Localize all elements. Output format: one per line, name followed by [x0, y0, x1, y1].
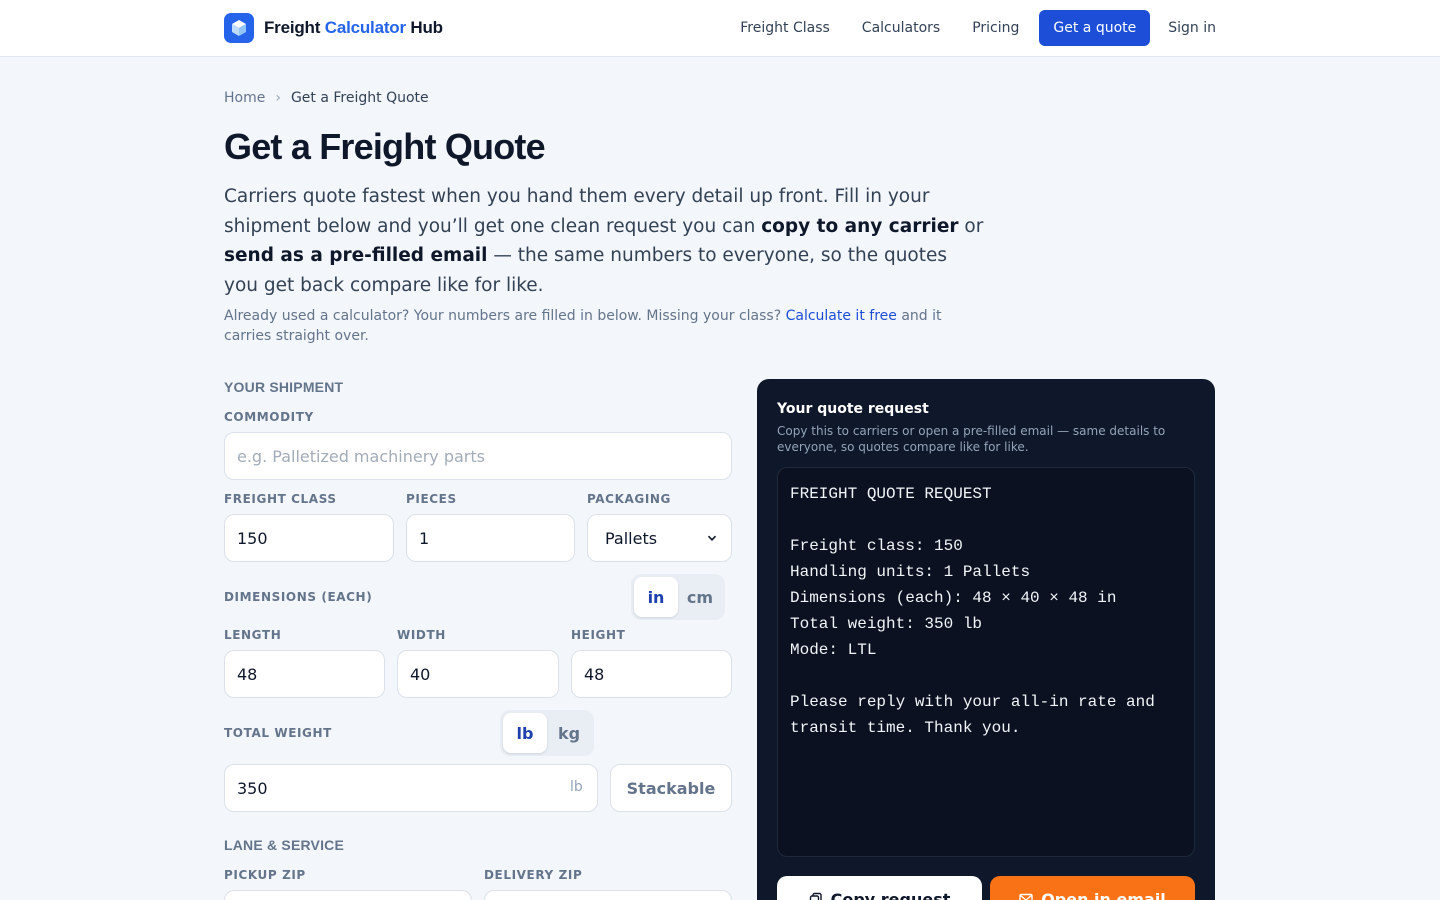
- logo-cube-icon: [224, 13, 254, 43]
- commodity-input[interactable]: [224, 432, 732, 480]
- unit-option-cm[interactable]: cm: [678, 577, 722, 617]
- copy-request-button[interactable]: Copy request: [777, 876, 982, 900]
- packaging-selected-value: Pallets: [605, 528, 658, 548]
- section-title-lane: LANE & SERVICE: [224, 837, 345, 853]
- mail-icon: [1019, 893, 1033, 900]
- quote-panel-subtitle: Copy this to carriers or open a pre-fill…: [777, 424, 1166, 454]
- breadcrumb-current: Get a Freight Quote: [290, 90, 429, 106]
- packaging-label: PACKAGING: [587, 492, 671, 506]
- pieces-label: PIECES: [406, 492, 457, 506]
- chevron-down-icon: [707, 535, 717, 541]
- total-weight-label: TOTAL WEIGHT: [224, 726, 332, 740]
- pickup-zip-label: PICKUP ZIP: [224, 868, 306, 882]
- width-label: WIDTH: [397, 628, 446, 642]
- dimensions-label: DIMENSIONS (EACH): [224, 590, 373, 604]
- dimension-unit-toggle: in cm: [631, 574, 725, 620]
- nav-link-calculators[interactable]: Calculators: [862, 20, 940, 36]
- open-in-email-button[interactable]: Open in email: [990, 876, 1195, 900]
- quote-panel-title: Your quote request: [777, 401, 929, 417]
- get-a-quote-button[interactable]: Get a quote: [1039, 10, 1151, 46]
- chevron-right-icon: ›: [275, 90, 281, 106]
- section-title-shipment: YOUR SHIPMENT: [224, 379, 344, 395]
- weight-unit-suffix: lb: [570, 779, 583, 795]
- intro-paragraph: Carriers quote fastest when you hand the…: [224, 186, 984, 296]
- copy-request-label: Copy request: [830, 889, 951, 900]
- commodity-label: COMMODITY: [224, 410, 314, 424]
- brand-logo[interactable]: Freight Calculator Hub: [224, 13, 443, 43]
- calculate-free-link[interactable]: Calculate it free: [786, 308, 897, 324]
- breadcrumb-home-link[interactable]: Home: [224, 90, 265, 106]
- height-input[interactable]: [571, 650, 732, 698]
- freight-class-input[interactable]: [224, 514, 394, 562]
- open-in-email-label: Open in email: [1041, 889, 1166, 900]
- nav-link-freight-class[interactable]: Freight Class: [740, 20, 830, 36]
- main-nav: Freight Class Calculators Pricing Get a …: [740, 10, 1216, 46]
- delivery-zip-label: DELIVERY ZIP: [484, 868, 583, 882]
- height-label: HEIGHT: [571, 628, 626, 642]
- quote-request-panel: Your quote request Copy this to carriers…: [757, 379, 1215, 900]
- quote-request-text[interactable]: FREIGHT QUOTE REQUEST Freight class: 150…: [777, 467, 1195, 857]
- delivery-zip-input[interactable]: [484, 890, 732, 900]
- unit-option-in[interactable]: in: [634, 577, 678, 617]
- brand-name: Freight Calculator Hub: [264, 18, 443, 37]
- freight-class-label: FREIGHT CLASS: [224, 492, 337, 506]
- total-weight-input[interactable]: [224, 764, 598, 812]
- width-input[interactable]: [397, 650, 559, 698]
- copy-icon: [809, 892, 823, 900]
- stackable-toggle-button[interactable]: Stackable: [610, 764, 732, 812]
- calculator-note: Already used a calculator? Your numbers …: [224, 308, 942, 344]
- sign-in-link[interactable]: Sign in: [1168, 20, 1216, 36]
- page-title: Get a Freight Quote: [224, 126, 546, 167]
- packaging-select[interactable]: Pallets: [587, 514, 732, 562]
- length-input[interactable]: [224, 650, 385, 698]
- unit-option-lb[interactable]: lb: [503, 713, 547, 753]
- top-navbar: Freight Calculator Hub Freight Class Cal…: [0, 0, 1440, 57]
- pieces-input[interactable]: [406, 514, 575, 562]
- weight-unit-toggle: lb kg: [500, 710, 594, 756]
- nav-link-pricing[interactable]: Pricing: [972, 20, 1019, 36]
- unit-option-kg[interactable]: kg: [547, 713, 591, 753]
- breadcrumb: Home › Get a Freight Quote: [224, 90, 429, 106]
- pickup-zip-input[interactable]: [224, 890, 472, 900]
- length-label: LENGTH: [224, 628, 282, 642]
